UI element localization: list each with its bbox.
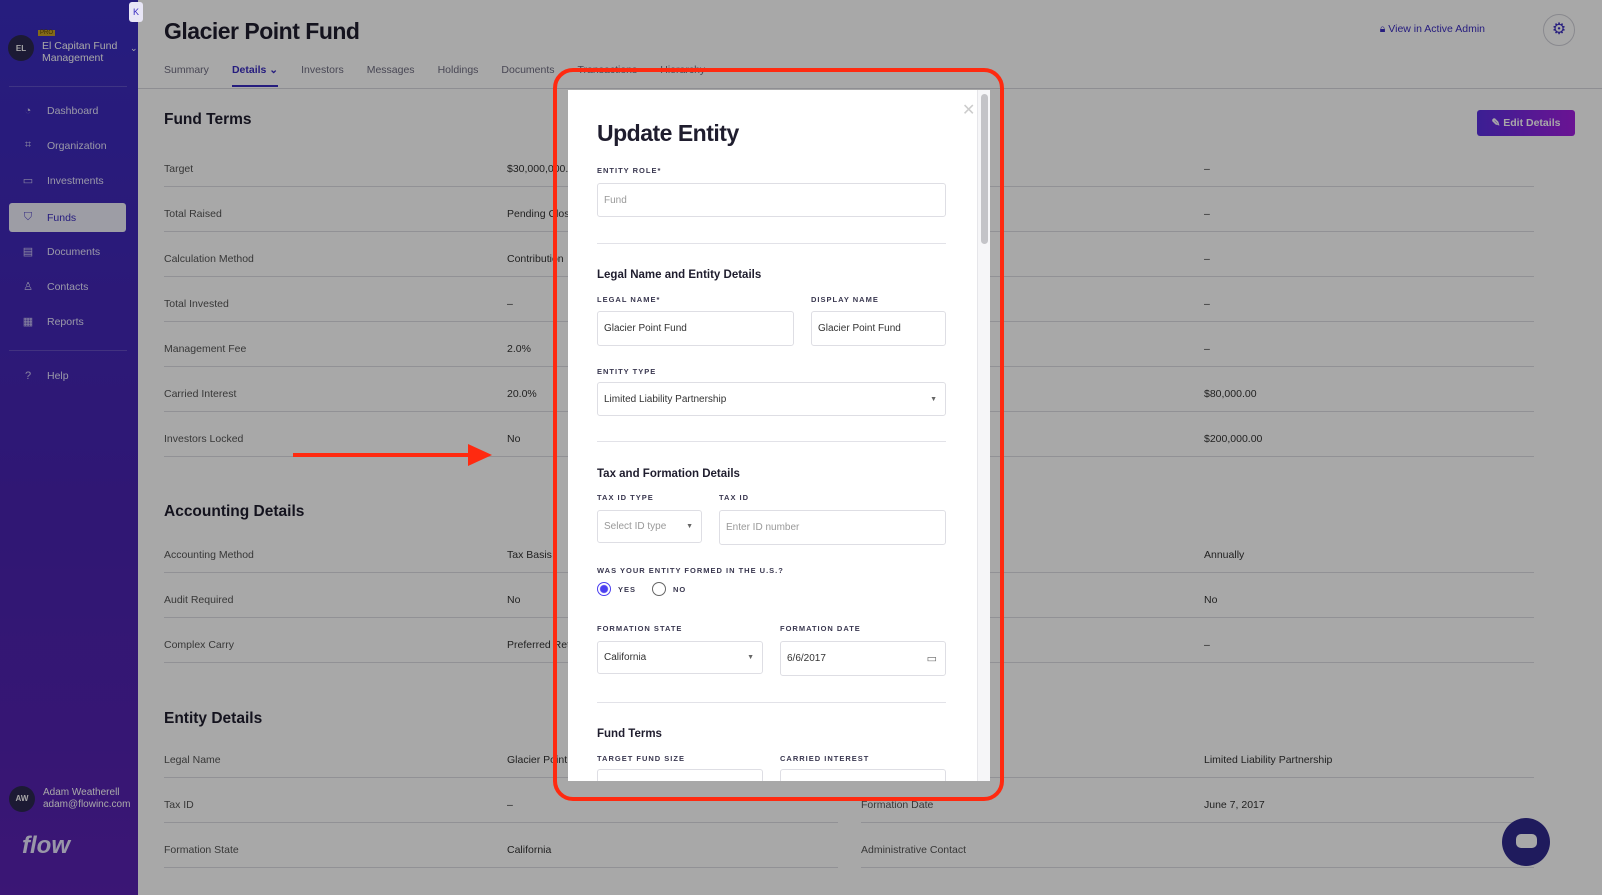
arrow-head-icon — [468, 444, 492, 466]
annotation-highlight-box — [553, 68, 1004, 801]
collapse-sidebar-button[interactable]: K — [129, 2, 143, 22]
annotation-arrow — [293, 453, 473, 457]
